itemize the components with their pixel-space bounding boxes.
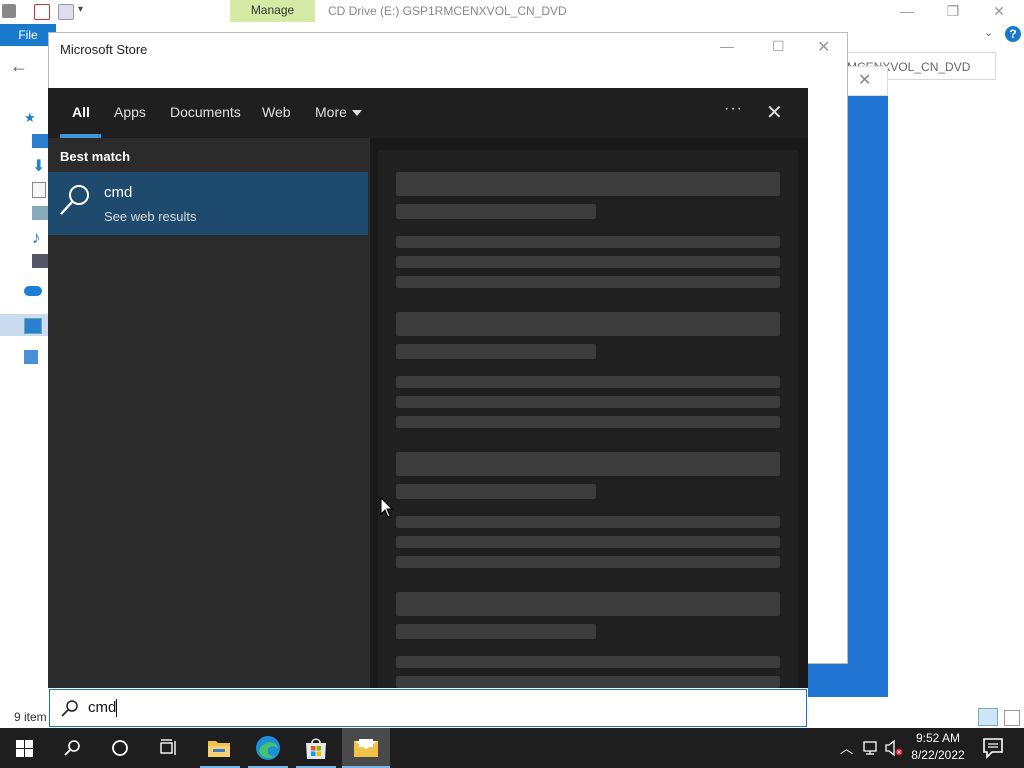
action-center-icon[interactable]	[980, 736, 1006, 760]
network-icon[interactable]	[24, 350, 38, 364]
skeleton-bar	[396, 452, 780, 476]
store-minimize-button[interactable]: —	[720, 38, 734, 54]
mouse-pointer-icon	[380, 497, 394, 518]
videos-icon[interactable]	[32, 254, 48, 268]
skeleton-bar	[396, 656, 780, 668]
skeleton-bar	[396, 376, 780, 388]
music-icon[interactable]: ♪	[32, 228, 48, 247]
skeleton-bar	[396, 344, 596, 359]
skeleton-bar	[396, 256, 780, 268]
result-title: cmd	[104, 184, 133, 201]
large-icons-view-icon[interactable]	[1004, 710, 1020, 726]
more-chevron-down-icon[interactable]	[352, 110, 362, 116]
best-match-result[interactable]	[48, 172, 368, 235]
new-folder-icon[interactable]	[58, 4, 74, 20]
quick-access-dropdown-icon[interactable]: ▾	[78, 4, 83, 15]
checklist-icon[interactable]	[34, 4, 50, 20]
properties-icon[interactable]	[2, 4, 16, 18]
status-item-count: 9 item	[14, 710, 47, 724]
skeleton-bar	[396, 592, 780, 616]
skeleton-bar	[396, 536, 780, 548]
skeleton-bar	[396, 516, 780, 528]
clock-time[interactable]: 9:52 AM	[900, 731, 976, 745]
skeleton-bar	[396, 676, 780, 688]
explorer-restore-button[interactable]: ❐	[930, 0, 976, 22]
this-pc-icon[interactable]	[24, 318, 42, 334]
explorer-close-button[interactable]: ✕	[976, 0, 1022, 22]
result-subtitle: See web results	[104, 209, 197, 224]
best-match-heading: Best match	[60, 149, 131, 164]
tab-all[interactable]: All	[72, 104, 90, 120]
pictures-icon[interactable]	[32, 206, 48, 220]
tab-more[interactable]: More	[315, 104, 347, 120]
search-input[interactable]: cmd	[88, 699, 116, 716]
details-view-icon[interactable]	[978, 708, 998, 726]
skeleton-bar	[396, 172, 780, 196]
mail-icon[interactable]	[353, 738, 379, 758]
desktop-folder-icon[interactable]	[32, 134, 48, 148]
explorer-minimize-button[interactable]: —	[884, 0, 930, 22]
background-dialog-close-icon[interactable]: ✕	[858, 70, 871, 90]
search-close-icon[interactable]: ✕	[766, 100, 783, 125]
help-icon[interactable]: ?	[1005, 26, 1021, 42]
skeleton-bar	[396, 236, 780, 248]
more-options-ellipsis-icon[interactable]: ···	[724, 100, 743, 118]
store-maximize-button[interactable]: ☐	[772, 38, 785, 55]
back-arrow-icon[interactable]: ←	[10, 56, 28, 77]
downloads-icon[interactable]: ⬇	[32, 156, 48, 175]
skeleton-bar	[396, 276, 780, 288]
windows-start-icon[interactable]	[16, 740, 33, 757]
skeleton-bar	[396, 484, 596, 499]
skeleton-bar	[396, 312, 780, 336]
clock-date[interactable]: 8/22/2022	[900, 748, 976, 762]
network-tray-icon[interactable]	[862, 740, 880, 756]
tab-documents[interactable]: Documents	[170, 104, 241, 120]
text-caret	[116, 699, 117, 717]
show-hidden-icons-chevron-icon[interactable]: ︿	[840, 738, 853, 757]
tab-apps[interactable]: Apps	[114, 104, 146, 120]
search-icon	[61, 700, 78, 717]
documents-icon[interactable]	[32, 182, 46, 198]
taskbar-search-icon[interactable]	[63, 739, 81, 757]
file-explorer-icon[interactable]	[207, 738, 231, 758]
task-view-icon[interactable]	[159, 739, 179, 757]
skeleton-bar	[396, 416, 780, 428]
store-close-button[interactable]: ✕	[817, 37, 830, 57]
store-icon[interactable]	[304, 736, 328, 760]
cortana-icon[interactable]	[111, 739, 129, 757]
skeleton-bar	[396, 396, 780, 408]
skeleton-bar	[396, 204, 596, 219]
quick-access-star-icon[interactable]: ★	[24, 110, 40, 125]
tab-web[interactable]: Web	[262, 104, 291, 120]
skeleton-bar	[396, 556, 780, 568]
skeleton-bar	[396, 624, 596, 639]
search-tabs-bar	[48, 88, 808, 138]
store-window-title: Microsoft Store	[60, 42, 148, 57]
explorer-title: CD Drive (E:) GSP1RMCENXVOL_CN_DVD	[328, 4, 567, 18]
search-box[interactable]	[49, 689, 807, 727]
manage-context-tab[interactable]: Manage	[230, 0, 315, 22]
edge-icon[interactable]	[255, 735, 281, 761]
onedrive-icon[interactable]	[24, 286, 42, 296]
web-search-icon	[60, 185, 89, 215]
ribbon-collapse-icon[interactable]: ⌄	[984, 26, 993, 39]
